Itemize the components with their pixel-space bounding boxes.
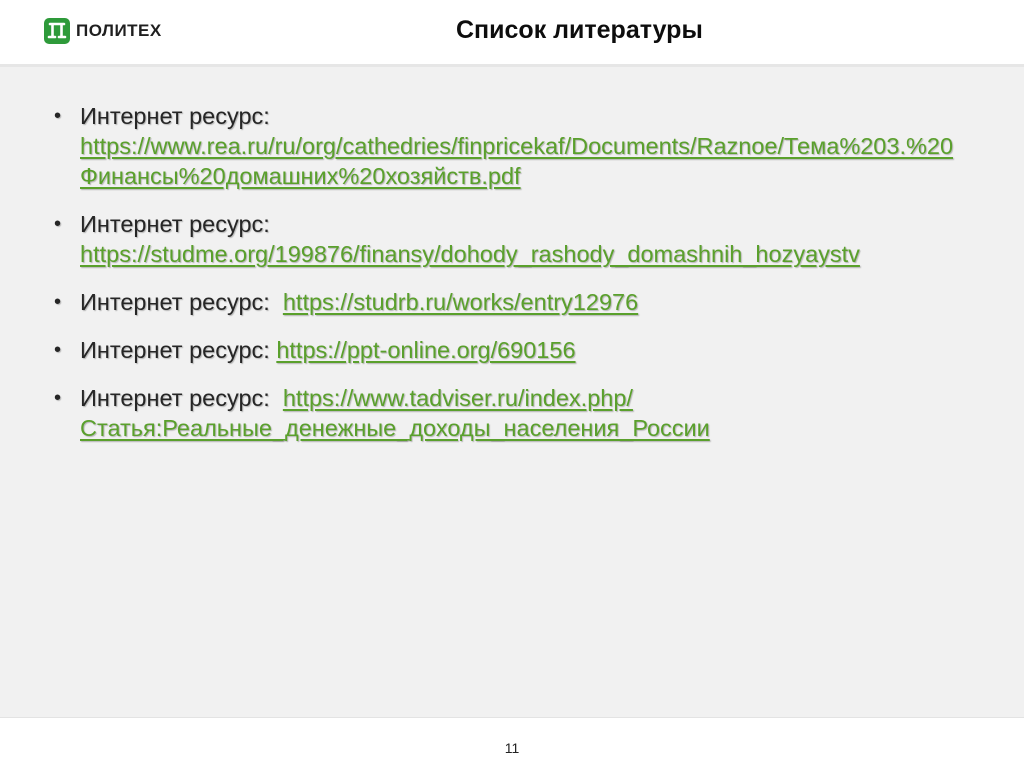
reference-label: Интернет ресурс: xyxy=(80,211,270,237)
politech-logo: ПОЛИТЕХ xyxy=(44,18,162,44)
slide-header: ПОЛИТЕХ Список литературы xyxy=(0,0,1024,67)
slide-content: • Интернет ресурс: https://www.rea.ru/ru… xyxy=(0,67,1024,717)
reference-item: • Интернет ресурс: https://studme.org/19… xyxy=(54,209,964,269)
reference-link[interactable]: https://www.tadviser.ru/index.php/ xyxy=(283,385,633,411)
logo-text: ПОЛИТЕХ xyxy=(76,21,162,40)
reference-label: Интернет ресурс: xyxy=(80,289,283,315)
bullet-icon: • xyxy=(54,291,62,313)
bullet-icon: • xyxy=(54,213,62,235)
slide-footer: 11 xyxy=(0,717,1024,767)
reference-list: • Интернет ресурс: https://www.rea.ru/ru… xyxy=(54,101,964,461)
reference-item: • Интернет ресурс: https://www.rea.ru/ru… xyxy=(54,101,964,191)
reference-link[interactable]: https://www.rea.ru/ru/org/cathedries/fin… xyxy=(80,131,964,191)
reference-label: Интернет ресурс: xyxy=(80,103,270,129)
bullet-icon: • xyxy=(54,387,62,409)
reference-item: • Интернет ресурс: https://studrb.ru/wor… xyxy=(54,287,964,317)
reference-link[interactable]: https://ppt-online.org/690156 xyxy=(276,337,575,363)
bullet-icon: • xyxy=(54,105,62,127)
reference-link[interactable]: https://studme.org/199876/finansy/dohody… xyxy=(80,239,964,269)
logo-mark-icon xyxy=(44,18,70,44)
reference-item: • Интернет ресурс: https://ppt-online.or… xyxy=(54,335,964,365)
page-number: 11 xyxy=(504,740,520,756)
reference-label: Интернет ресурс: xyxy=(80,337,277,363)
reference-item: • Интернет ресурс: https://www.tadviser.… xyxy=(54,383,964,443)
slide: ПОЛИТЕХ Список литературы • Интернет рес… xyxy=(0,0,1024,767)
reference-link[interactable]: https://studrb.ru/works/entry12976 xyxy=(283,289,638,315)
reference-link-continued[interactable]: Статья:Реальные_денежные_доходы_населени… xyxy=(80,413,964,443)
reference-label: Интернет ресурс: xyxy=(80,385,283,411)
slide-title: Список литературы xyxy=(456,16,703,44)
bullet-icon: • xyxy=(54,339,62,361)
